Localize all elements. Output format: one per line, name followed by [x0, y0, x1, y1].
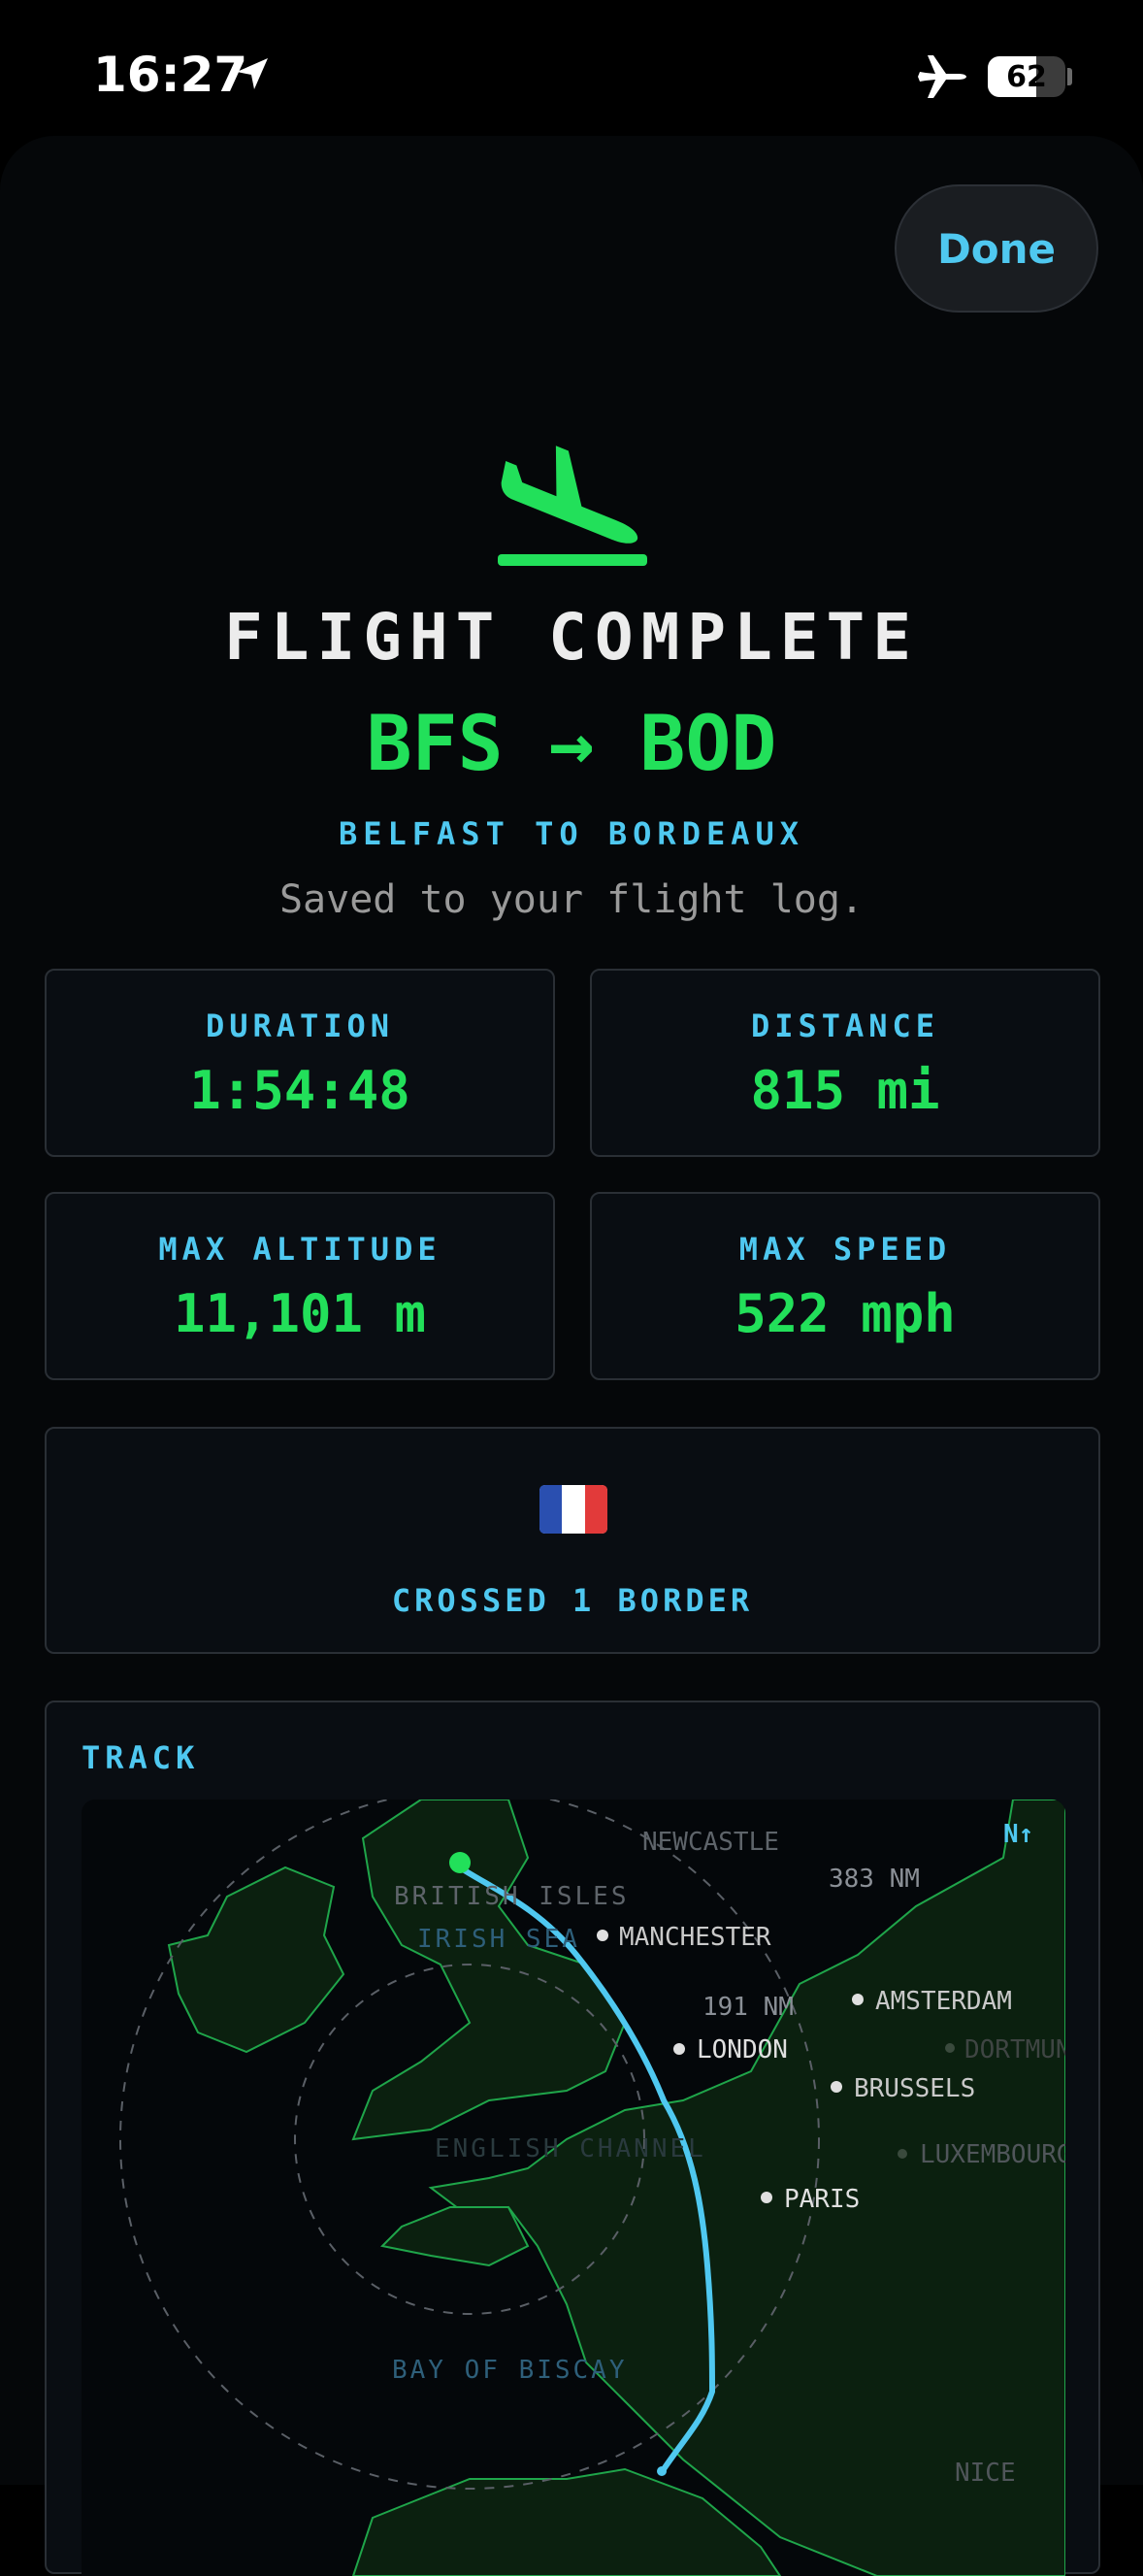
stat-card-max-altitude: MAX ALTITUDE 11,101 m [45, 1192, 555, 1380]
city-dot-dortmund [945, 2043, 955, 2053]
map-label-nice: NICE [955, 2459, 1016, 2488]
map-land-brittany [379, 2206, 530, 2267]
stat-card-duration: DURATION 1:54:48 [45, 969, 555, 1157]
stat-card-max-speed: MAX SPEED 522 mph [590, 1192, 1100, 1380]
page-title: FLIGHT COMPLETE [223, 600, 920, 675]
borders-crossed-text: CROSSED 1 BORDER [391, 1582, 754, 1619]
stat-value: 522 mph [735, 1283, 956, 1344]
battery-icon: 62 [988, 56, 1065, 97]
stat-value: 1:54:48 [189, 1060, 410, 1121]
flight-land-icon [498, 446, 647, 566]
map-label-dortmund: DORTMUND [964, 2035, 1065, 2064]
france-flag-icon [539, 1485, 607, 1534]
saved-message: Saved to your flight log. [278, 877, 865, 922]
map-label-manchester: MANCHESTER [619, 1923, 771, 1952]
stat-label: DURATION [205, 1007, 395, 1044]
map-label-luxembourg: LUXEMBOURG [920, 2140, 1065, 2169]
map-canvas: NEWCASTLE MANCHESTER LONDON AMSTERDAM DO… [119, 1800, 1065, 2576]
city-dot-paris [761, 2192, 772, 2203]
stat-label: MAX SPEED [738, 1231, 952, 1268]
city-dot-brussels [831, 2081, 842, 2093]
range-label-outer: 383 NM [829, 1865, 920, 1894]
flight-origin-marker [449, 1852, 471, 1873]
map-label-paris: PARIS [784, 2185, 860, 2214]
north-indicator[interactable]: N↑ [1003, 1820, 1033, 1849]
map-region-english-channel: ENGLISH CHANNEL [435, 2134, 706, 2163]
map-region-irish-sea: IRISH SEA [417, 1925, 580, 1954]
map-label-brussels: BRUSSELS [854, 2074, 975, 2103]
location-arrow-icon [237, 58, 268, 89]
borders-card: CROSSED 1 BORDER [45, 1427, 1100, 1654]
airplane-mode-icon [918, 55, 966, 98]
map-label-newcastle: NEWCASTLE [642, 1828, 779, 1857]
done-button[interactable]: Done [895, 184, 1098, 313]
status-time: 16:27 [93, 47, 248, 103]
city-dot-manchester [597, 1930, 608, 1941]
stat-value: 11,101 m [173, 1283, 427, 1344]
map-land-ireland [167, 1866, 345, 2054]
range-label-inner: 191 NM [702, 1993, 794, 2022]
route-code: BFS → BOD [366, 701, 777, 788]
flight-destination-marker [657, 2466, 667, 2476]
battery-level: 62 [1006, 59, 1047, 94]
route-name: BELFAST TO BORDEAUX [338, 815, 805, 852]
stat-label: DISTANCE [750, 1007, 940, 1044]
city-dot-amsterdam [852, 1994, 864, 2005]
stat-label: MAX ALTITUDE [158, 1231, 441, 1268]
stat-card-distance: DISTANCE 815 mi [590, 969, 1100, 1157]
map-region-bay-of-biscay: BAY OF BISCAY [392, 2356, 628, 2385]
stat-value: 815 mi [750, 1060, 940, 1121]
city-dot-luxembourg [898, 2149, 907, 2159]
battery-cap [1067, 68, 1072, 85]
map-label-london: LONDON [697, 2035, 788, 2064]
map-label-amsterdam: AMSTERDAM [875, 1987, 1012, 2016]
city-dot-london [673, 2043, 685, 2055]
status-bar: 16:27 62 [0, 0, 1143, 146]
track-title: TRACK [82, 1739, 200, 1776]
map-region-british-isles: BRITISH ISLES [394, 1882, 630, 1911]
track-map[interactable]: NEWCASTLE MANCHESTER LONDON AMSTERDAM DO… [82, 1800, 1065, 2576]
track-card: TRACK NEWCASTLE MANCHESTER LONDON AMSTER… [45, 1701, 1100, 2576]
